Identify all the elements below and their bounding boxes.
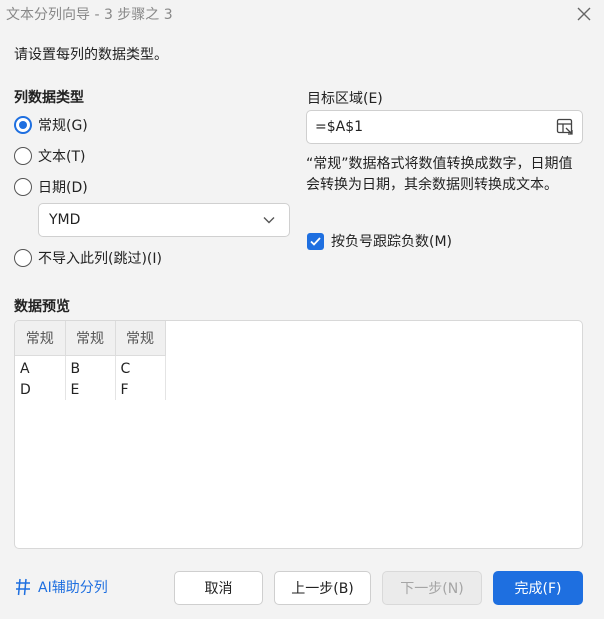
radio-skip-indicator[interactable]: [14, 249, 32, 267]
preview-cell: C: [115, 355, 166, 379]
format-description: “常规”数据格式将数值转换成数字，日期值会转换为日期，其余数据则转换成文本。: [306, 156, 573, 193]
radio-general-indicator[interactable]: [14, 116, 32, 134]
ai-split-label: AI辅助分列: [38, 580, 108, 596]
preview-cell: B: [65, 355, 116, 379]
radio-date-indicator[interactable]: [14, 178, 32, 196]
title-bar: 文本分列向导 - 3 步骤之 3: [0, 0, 604, 28]
instruction-text: 请设置每列的数据类型。: [14, 47, 168, 63]
ai-split-icon: [16, 578, 30, 596]
preview-table: 常规 常规 常规 A B C D E F: [15, 321, 166, 400]
preview-cell: A: [15, 355, 66, 379]
table-row: D E F: [15, 379, 166, 400]
window-title: 文本分列向导 - 3 步骤之 3: [6, 7, 173, 23]
negative-tracking-checkbox[interactable]: [307, 232, 324, 250]
negative-tracking-option[interactable]: 按负号跟踪负数(M): [307, 231, 452, 251]
range-select-button[interactable]: [554, 116, 576, 138]
data-preview[interactable]: 常规 常规 常规 A B C D E F: [14, 320, 583, 549]
ai-split-link[interactable]: AI辅助分列: [14, 577, 108, 597]
preview-cell: F: [115, 379, 166, 400]
target-area-field[interactable]: [306, 110, 583, 144]
close-button[interactable]: [572, 2, 596, 26]
preview-heading: 数据预览: [14, 299, 70, 315]
chevron-down-icon: [263, 217, 275, 224]
radio-skip[interactable]: 不导入此列(跳过)(I): [14, 248, 162, 268]
back-button[interactable]: 上一步(B): [274, 571, 371, 605]
target-area-input[interactable]: [315, 119, 535, 135]
column-type-heading: 列数据类型: [14, 90, 84, 106]
preview-cell: D: [15, 379, 66, 400]
preview-cell: E: [65, 379, 116, 400]
next-button[interactable]: 下一步(N): [382, 571, 482, 605]
date-format-value: YMD: [49, 212, 81, 228]
radio-date-label: 日期(D): [38, 180, 88, 196]
target-area-label: 目标区域(E): [307, 91, 383, 107]
negative-tracking-label: 按负号跟踪负数(M): [331, 234, 453, 250]
preview-header-cell[interactable]: 常规: [65, 321, 116, 356]
radio-text-label: 文本(T): [38, 149, 86, 165]
radio-general[interactable]: 常规(G): [14, 115, 88, 135]
radio-general-label: 常规(G): [38, 118, 88, 134]
radio-text-indicator[interactable]: [14, 147, 32, 165]
finish-button[interactable]: 完成(F): [493, 571, 583, 605]
table-row: A B C: [15, 355, 166, 379]
radio-skip-label: 不导入此列(跳过)(I): [38, 251, 162, 267]
cancel-button[interactable]: 取消: [174, 571, 263, 605]
radio-date[interactable]: 日期(D): [14, 177, 88, 197]
radio-text[interactable]: 文本(T): [14, 146, 85, 166]
preview-header-cell[interactable]: 常规: [115, 321, 166, 356]
date-format-select[interactable]: YMD: [38, 203, 290, 237]
preview-header-cell[interactable]: 常规: [15, 321, 66, 356]
range-select-icon: [556, 118, 573, 135]
checkmark-icon: [310, 236, 321, 246]
close-icon: [577, 7, 591, 21]
